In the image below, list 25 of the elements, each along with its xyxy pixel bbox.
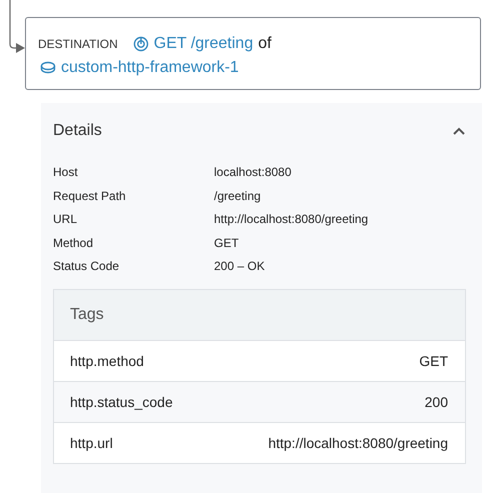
detail-label: URL: [53, 211, 78, 228]
tag-key: http.url: [70, 434, 113, 450]
tag-value: http://localhost:8080/greeting: [268, 434, 448, 450]
endpoint-link[interactable]: GET /greeting: [154, 32, 254, 56]
tag-value: GET: [419, 352, 448, 368]
detail-label: Status Code: [53, 258, 120, 275]
service-link[interactable]: custom-http-framework-1: [61, 56, 239, 80]
tag-key: http.method: [70, 352, 144, 368]
detail-label: Method: [53, 234, 94, 252]
detail-value: http://localhost:8080/greeting: [214, 211, 370, 228]
tag-key: http.status_code: [70, 394, 173, 410]
destination-label: DESTINATION: [38, 36, 118, 53]
tags-title: Tags: [70, 306, 104, 324]
detail-value: 200 – OK: [214, 258, 266, 275]
tag-value: 200: [424, 394, 448, 410]
detail-label: Request Path: [53, 188, 127, 204]
details-title: Details: [53, 122, 102, 140]
joiner-text: of: [258, 34, 272, 54]
collapse-icon[interactable]: [452, 126, 466, 136]
database-icon: [40, 60, 56, 76]
detail-value: localhost:8080: [214, 164, 292, 181]
detail-label: Host: [53, 164, 79, 181]
detail-value: /greeting: [214, 188, 262, 204]
detail-value: GET: [214, 234, 240, 252]
endpoint-icon: [132, 36, 149, 52]
